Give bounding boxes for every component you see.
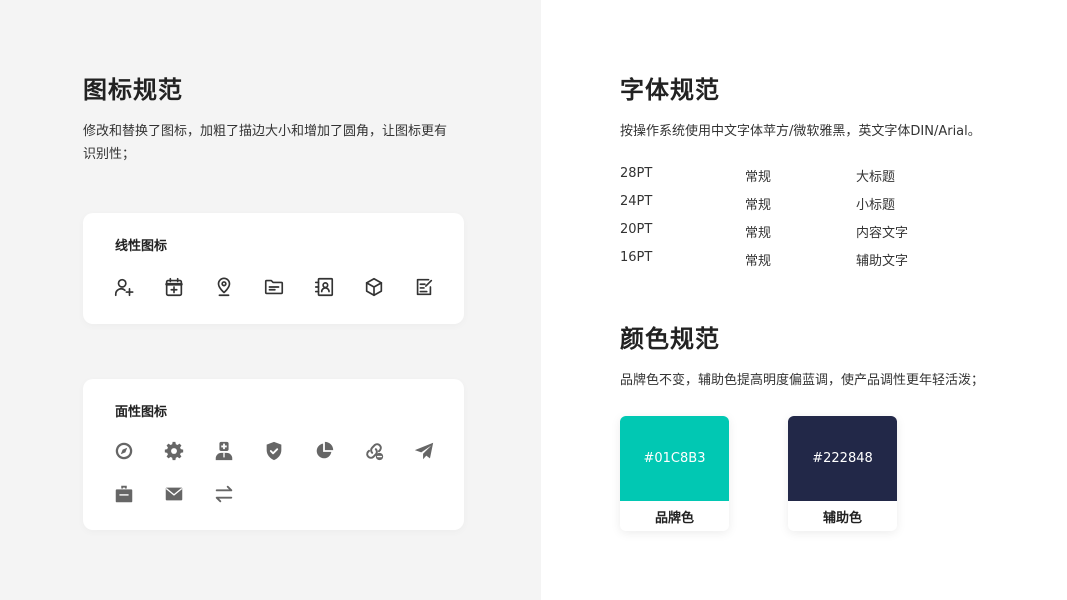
compass-icon — [113, 439, 163, 463]
type-weight: 常规 — [745, 226, 772, 241]
swatch-color: #01C8B3 — [620, 416, 729, 501]
add-user-icon — [113, 275, 163, 299]
gear-icon — [163, 439, 213, 463]
folder-icon — [263, 275, 313, 299]
type-size: 16PT — [620, 250, 653, 265]
mail-icon — [163, 482, 213, 506]
line-icons-row — [113, 275, 463, 299]
solid-icons-title: 面性图标 — [115, 405, 168, 420]
swap-icon — [213, 482, 263, 506]
paper-plane-icon — [413, 439, 463, 463]
type-row: 20PT 常规 内容文字 — [620, 222, 1020, 242]
type-size: 20PT — [620, 222, 653, 237]
color-section-title: 颜色规范 — [620, 319, 720, 354]
briefcase-icon — [113, 482, 163, 506]
edit-note-icon — [413, 275, 463, 299]
calendar-add-icon — [163, 275, 213, 299]
color-section-desc: 品牌色不变，辅助色提高明度偏蓝调，使产品调性更年轻活泼； — [620, 373, 985, 388]
swatch-label: 辅助色 — [822, 510, 862, 526]
brand-color-swatch: #01C8B3 品牌色 — [620, 416, 729, 531]
type-row: 24PT 常规 小标题 — [620, 194, 1020, 214]
type-usage: 内容文字 — [856, 226, 909, 241]
type-row: 28PT 常规 大标题 — [620, 166, 1020, 186]
cube-icon — [363, 275, 413, 299]
solid-icons-card: 面性图标 — [83, 379, 464, 530]
type-size: 24PT — [620, 194, 653, 209]
doctor-icon — [213, 439, 263, 463]
solid-icons-row-2 — [113, 482, 263, 506]
icons-section-desc: 修改和替换了图标，加粗了描边大小和增加了圆角，让图标更有 识别性； — [83, 124, 448, 162]
type-usage: 大标题 — [856, 170, 896, 185]
type-weight: 常规 — [745, 170, 772, 185]
font-section-desc: 按操作系统使用中文字体苹方/微软雅黑，英文字体DIN/Arial。 — [620, 124, 981, 139]
type-usage: 小标题 — [856, 198, 896, 213]
swatch-color: #222848 — [788, 416, 897, 501]
solid-icons-row-1 — [113, 439, 463, 463]
type-size: 28PT — [620, 166, 653, 181]
font-section-title: 字体规范 — [620, 70, 720, 105]
shield-check-icon — [263, 439, 313, 463]
location-pin-icon — [213, 275, 263, 299]
pie-chart-icon — [313, 439, 363, 463]
type-row: 16PT 常规 辅助文字 — [620, 250, 1020, 270]
type-usage: 辅助文字 — [856, 254, 909, 269]
swatch-label: 品牌色 — [654, 510, 694, 526]
type-weight: 常规 — [745, 198, 772, 213]
line-icons-title: 线性图标 — [115, 239, 168, 254]
secondary-color-swatch: #222848 辅助色 — [788, 416, 897, 531]
link-remove-icon — [363, 439, 413, 463]
line-icons-card: 线性图标 — [83, 213, 464, 324]
type-weight: 常规 — [745, 254, 772, 269]
icons-section-title: 图标规范 — [83, 70, 183, 105]
contacts-icon — [313, 275, 363, 299]
